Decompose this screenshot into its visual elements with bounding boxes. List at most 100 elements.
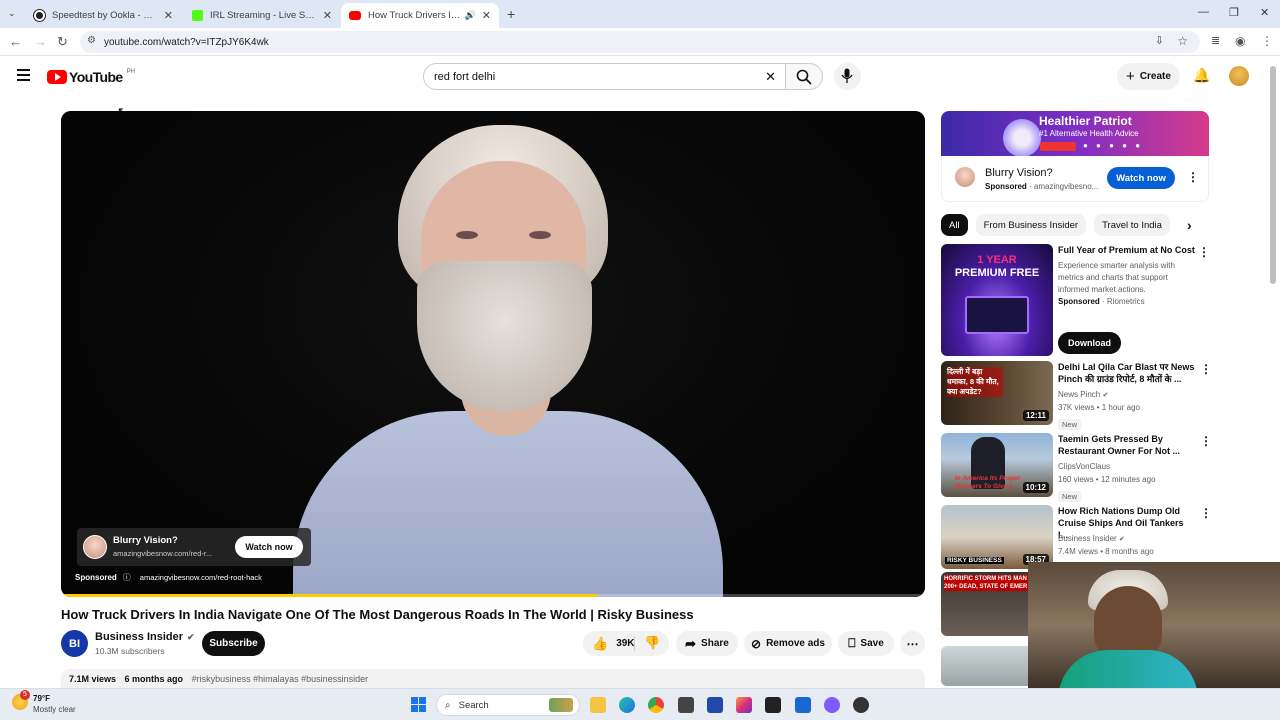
- browser-menu-icon[interactable]: ⋮: [1261, 34, 1273, 48]
- share-button[interactable]: ➦ Share: [676, 631, 738, 656]
- maximize-icon[interactable]: ❐: [1229, 6, 1239, 19]
- region-code: PH: [126, 69, 135, 75]
- taskbar-search-box[interactable]: ⌕ Search: [436, 694, 580, 716]
- youtube-logo[interactable]: YouTube PH: [47, 69, 135, 85]
- video-frame: [61, 111, 925, 597]
- rec-thumbnail-cruise-ships[interactable]: RISKY BUSINESS 18:57: [941, 505, 1053, 569]
- rec-title[interactable]: Taemin Gets Pressed By Restaurant Owner …: [1058, 433, 1196, 457]
- clear-search-icon[interactable]: ✕: [765, 69, 776, 85]
- more-actions-icon[interactable]: ⋯: [900, 631, 925, 656]
- rec-channel[interactable]: News Pinch: [1058, 390, 1100, 399]
- rec-thumbnail-premium[interactable]: 1 YEAR PREMIUM FREE: [941, 244, 1053, 356]
- download-button[interactable]: Download: [1058, 332, 1121, 354]
- save-button[interactable]: ⎕ Save: [838, 631, 894, 656]
- address-bar[interactable]: ⚙ youtube.com/watch?v=ITZpJY6K4wk ⇩ ☆: [80, 31, 1200, 53]
- close-window-icon[interactable]: ✕: [1260, 6, 1269, 19]
- minimize-icon[interactable]: —: [1198, 6, 1209, 18]
- search-button[interactable]: [785, 63, 823, 90]
- video-player[interactable]: Blurry Vision? amazingvibesnow.com/red-r…: [61, 111, 925, 597]
- user-avatar[interactable]: [1229, 66, 1249, 86]
- ad-watch-now-button[interactable]: Watch now: [235, 536, 303, 558]
- channel-name-row[interactable]: Business Insider ✔: [95, 631, 195, 643]
- description-box[interactable]: 7.1M views 6 months ago #riskybusiness #…: [61, 669, 925, 689]
- rec-channel[interactable]: Business Insider: [1058, 534, 1117, 543]
- install-app-icon[interactable]: ⇩: [1155, 34, 1164, 47]
- like-count[interactable]: 39K: [616, 638, 634, 649]
- ad-overlay-card[interactable]: Blurry Vision? amazingvibesnow.com/red-r…: [77, 528, 311, 566]
- sidebar-ad-card[interactable]: Blurry Vision? Sponsored · amazingvibesn…: [941, 156, 1209, 202]
- presenter-eye-right: [529, 231, 551, 239]
- reload-icon[interactable]: ↻: [57, 34, 68, 50]
- presenter-eye-left: [456, 231, 478, 239]
- sidebar-ad-banner[interactable]: Healthier Patriot #1 Alternative Health …: [941, 111, 1209, 156]
- rec-channel[interactable]: ClipsVonClaus: [1058, 461, 1110, 473]
- close-tab-icon[interactable]: ✕: [323, 9, 332, 22]
- page-scrollbar[interactable]: [1270, 66, 1276, 284]
- notifications-bell-icon[interactable]: 🔔: [1193, 67, 1210, 84]
- back-icon[interactable]: ←: [9, 34, 22, 49]
- search-input[interactable]: red fort delhi ✕: [423, 63, 786, 90]
- channel-name[interactable]: Business Insider: [95, 631, 183, 643]
- close-tab-icon[interactable]: ✕: [164, 9, 173, 22]
- remove-ads-button[interactable]: ⊘ Remove ads: [744, 631, 832, 656]
- rec-menu-icon[interactable]: ⋮: [1200, 362, 1212, 376]
- ad-progress-track[interactable]: [61, 594, 925, 597]
- rec-thumbnail-delhi[interactable]: दिल्ली में बड़ा धमाका, 8 की मौत, क्या अप…: [941, 361, 1053, 425]
- discord-icon[interactable]: [824, 697, 840, 713]
- chip-all[interactable]: All: [941, 214, 968, 236]
- youtube-play-icon: [47, 70, 67, 84]
- chrome-icon[interactable]: [648, 697, 664, 713]
- app-monitor-icon[interactable]: [795, 697, 811, 713]
- create-button[interactable]: + Create: [1117, 63, 1180, 90]
- sidebar-ad-watch-button[interactable]: Watch now: [1107, 167, 1175, 189]
- rec-title[interactable]: Delhi Lal Qila Car Blast पर News Pinch क…: [1058, 361, 1196, 385]
- like-icon[interactable]: 👍: [592, 636, 608, 652]
- app-cube-icon[interactable]: [678, 697, 694, 713]
- rec-thumbnail-taemin[interactable]: In America Its Proper Manners To Give a …: [941, 433, 1053, 497]
- temperature: 79°F: [33, 694, 50, 703]
- rec-meta: 37K views • 1 hour ago: [1058, 403, 1140, 412]
- tab-speedtest[interactable]: Speedtest by Ookla - The Globa ✕: [26, 3, 181, 28]
- info-icon[interactable]: ⓘ: [123, 572, 131, 583]
- close-tab-icon[interactable]: ✕: [482, 9, 491, 22]
- site-info-icon[interactable]: ⚙: [87, 35, 96, 46]
- new-tab-icon[interactable]: +: [507, 6, 515, 22]
- hamburger-menu-icon[interactable]: [17, 69, 30, 81]
- bookmark-star-icon[interactable]: ☆: [1177, 34, 1188, 48]
- app-chart-icon[interactable]: [707, 697, 723, 713]
- tab-search-icon[interactable]: ⌄: [8, 8, 16, 19]
- forward-icon[interactable]: →: [34, 34, 47, 49]
- hashtags[interactable]: #riskybusiness #himalayas #businessinsid…: [192, 674, 369, 684]
- edge-icon[interactable]: [619, 697, 635, 713]
- banner-subtitle: #1 Alternative Health Advice: [1039, 129, 1139, 138]
- audio-playing-icon[interactable]: 🔊: [465, 10, 476, 21]
- tab-title: Speedtest by Ookla - The Globa: [52, 10, 158, 21]
- subscribe-button[interactable]: Subscribe: [202, 631, 265, 656]
- file-explorer-icon[interactable]: [590, 697, 606, 713]
- chips-next-icon[interactable]: ›: [1187, 217, 1192, 233]
- media-control-icon[interactable]: ≣: [1211, 34, 1220, 47]
- rec-meta: 7.4M views • 8 months ago: [1058, 547, 1154, 556]
- rec-menu-icon[interactable]: ⋮: [1200, 506, 1212, 520]
- voice-search-button[interactable]: [834, 63, 861, 90]
- ad-title: Blurry Vision?: [113, 535, 178, 546]
- weather-badge: 5: [20, 690, 30, 700]
- search-query-text: red fort delhi: [434, 70, 496, 83]
- chip-from-business-insider[interactable]: From Business Insider: [975, 214, 1087, 236]
- instagram-icon[interactable]: [736, 697, 752, 713]
- app-record-icon[interactable]: [853, 697, 869, 713]
- sidebar-ad-menu-icon[interactable]: ⋮: [1187, 170, 1199, 184]
- tab-irl-streaming[interactable]: IRL Streaming - Live Streams on ✕: [184, 3, 340, 28]
- dislike-icon[interactable]: 👎: [644, 635, 660, 651]
- chip-travel-to-india[interactable]: Travel to India: [1094, 214, 1170, 236]
- ad-link[interactable]: amazingvibesnow.com/red-root-hack: [140, 573, 262, 582]
- channel-avatar[interactable]: BI: [61, 630, 88, 657]
- windows-start-icon[interactable]: [411, 697, 426, 712]
- rec-menu-icon[interactable]: ⋮: [1200, 434, 1212, 448]
- profile-icon[interactable]: ◉: [1235, 34, 1245, 48]
- rec-menu-icon[interactable]: ⋮: [1198, 245, 1210, 259]
- ad-advertiser-avatar: [83, 535, 107, 559]
- tab-youtube-video[interactable]: How Truck Drivers In India N 🔊 ✕: [341, 3, 499, 28]
- app-s-icon[interactable]: [765, 697, 781, 713]
- rec-title[interactable]: Full Year of Premium at No Cost: [1058, 244, 1196, 256]
